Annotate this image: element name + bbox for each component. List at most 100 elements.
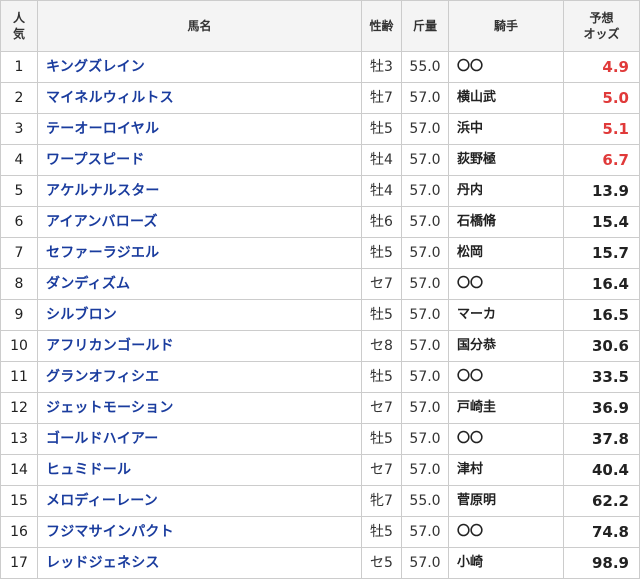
weight-cell: 57.0 [401, 361, 449, 393]
jockey-cell: 〇〇 [448, 268, 564, 300]
sex-age-cell: 牡5 [361, 423, 402, 455]
jockey-cell: 〇〇 [448, 51, 564, 83]
horse-name-link[interactable]: アフリカンゴールド [37, 330, 362, 362]
popularity-cell: 6 [0, 206, 38, 238]
weight-cell: 57.0 [401, 82, 449, 114]
horse-name-link[interactable]: グランオフィシエ [37, 361, 362, 393]
table-row: 14 ヒュミドール セ7 57.0 津村 40.4 [0, 454, 640, 486]
jockey-cell: 荻野極 [448, 144, 564, 176]
header-weight: 斤量 [401, 0, 449, 52]
horse-name-link[interactable]: キングズレイン [37, 51, 362, 83]
table-row: 7 セファーラジエル 牡5 57.0 松岡 15.7 [0, 237, 640, 269]
jockey-cell: 〇〇 [448, 361, 564, 393]
jockey-cell: 横山武 [448, 82, 564, 114]
table-row: 17 レッドジェネシス セ5 57.0 小崎 98.9 [0, 547, 640, 579]
jockey-cell: 戸崎圭 [448, 392, 564, 424]
weight-cell: 57.0 [401, 454, 449, 486]
sex-age-cell: 牡5 [361, 113, 402, 145]
horse-name-link[interactable]: アケルナルスター [37, 175, 362, 207]
weight-cell: 57.0 [401, 516, 449, 548]
table-row: 4 ワープスピード 牡4 57.0 荻野極 6.7 [0, 144, 640, 176]
sex-age-cell: セ7 [361, 454, 402, 486]
odds-table: 人 気 馬名 性齢 斤量 騎手 予想 オッズ 1 キングズレイン 牡3 55.0 〇〇 4… [0, 0, 640, 579]
table-row: 11 グランオフィシエ 牡5 57.0 〇〇 33.5 [0, 361, 640, 393]
odds-cell: 5.1 [563, 113, 640, 145]
table-row: 5 アケルナルスター 牡4 57.0 丹内 13.9 [0, 175, 640, 207]
weight-cell: 57.0 [401, 144, 449, 176]
horse-name-link[interactable]: ヒュミドール [37, 454, 362, 486]
odds-cell: 4.9 [563, 51, 640, 83]
sex-age-cell: 牡7 [361, 82, 402, 114]
weight-cell: 57.0 [401, 113, 449, 145]
horse-name-link[interactable]: テーオーロイヤル [37, 113, 362, 145]
table-row: 3 テーオーロイヤル 牡5 57.0 浜中 5.1 [0, 113, 640, 145]
table-row: 2 マイネルウィルトス 牡7 57.0 横山武 5.0 [0, 82, 640, 114]
popularity-cell: 14 [0, 454, 38, 486]
sex-age-cell: 牡6 [361, 206, 402, 238]
sex-age-cell: 牡4 [361, 144, 402, 176]
header-odds-line1: 予想 [589, 11, 614, 25]
popularity-cell: 11 [0, 361, 38, 393]
odds-cell: 36.9 [563, 392, 640, 424]
weight-cell: 57.0 [401, 392, 449, 424]
sex-age-cell: セ7 [361, 392, 402, 424]
horse-name-link[interactable]: アイアンバローズ [37, 206, 362, 238]
header-horse-name: 馬名 [37, 0, 362, 52]
horse-name-link[interactable]: ワープスピード [37, 144, 362, 176]
odds-cell: 98.9 [563, 547, 640, 579]
horse-name-link[interactable]: マイネルウィルトス [37, 82, 362, 114]
odds-cell: 74.8 [563, 516, 640, 548]
sex-age-cell: 牡3 [361, 51, 402, 83]
horse-name-link[interactable]: セファーラジエル [37, 237, 362, 269]
sex-age-cell: 牡4 [361, 175, 402, 207]
header-sex-age: 性齢 [361, 0, 402, 52]
weight-cell: 57.0 [401, 237, 449, 269]
sex-age-cell: 牡5 [361, 516, 402, 548]
popularity-cell: 7 [0, 237, 38, 269]
header-odds: 予想 オッズ [563, 0, 640, 52]
horse-name-link[interactable]: ダンディズム [37, 268, 362, 300]
jockey-cell: 〇〇 [448, 423, 564, 455]
popularity-cell: 12 [0, 392, 38, 424]
popularity-cell: 15 [0, 485, 38, 517]
jockey-cell: 松岡 [448, 237, 564, 269]
table-row: 10 アフリカンゴールド セ8 57.0 国分恭 30.6 [0, 330, 640, 362]
odds-cell: 37.8 [563, 423, 640, 455]
header-popularity-line1: 人 [12, 11, 25, 25]
horse-name-link[interactable]: シルブロン [37, 299, 362, 331]
jockey-cell: 〇〇 [448, 516, 564, 548]
odds-cell: 15.7 [563, 237, 640, 269]
sex-age-cell: 牝7 [361, 485, 402, 517]
popularity-cell: 5 [0, 175, 38, 207]
jockey-cell: 小崎 [448, 547, 564, 579]
popularity-cell: 17 [0, 547, 38, 579]
table-row: 9 シルブロン 牡5 57.0 マーカ 16.5 [0, 299, 640, 331]
sex-age-cell: セ7 [361, 268, 402, 300]
popularity-cell: 9 [0, 299, 38, 331]
header-row: 人 気 馬名 性齢 斤量 騎手 予想 オッズ [0, 0, 640, 52]
jockey-cell: 石橋脩 [448, 206, 564, 238]
sex-age-cell: セ8 [361, 330, 402, 362]
jockey-cell: 国分恭 [448, 330, 564, 362]
weight-cell: 57.0 [401, 206, 449, 238]
jockey-cell: 丹内 [448, 175, 564, 207]
odds-cell: 15.4 [563, 206, 640, 238]
table-row: 1 キングズレイン 牡3 55.0 〇〇 4.9 [0, 51, 640, 83]
popularity-cell: 2 [0, 82, 38, 114]
popularity-cell: 10 [0, 330, 38, 362]
horse-name-link[interactable]: ジェットモーション [37, 392, 362, 424]
jockey-cell: 浜中 [448, 113, 564, 145]
table-row: 15 メロディーレーン 牝7 55.0 菅原明 62.2 [0, 485, 640, 517]
weight-cell: 57.0 [401, 423, 449, 455]
odds-cell: 6.7 [563, 144, 640, 176]
popularity-cell: 13 [0, 423, 38, 455]
horse-name-link[interactable]: メロディーレーン [37, 485, 362, 517]
weight-cell: 57.0 [401, 175, 449, 207]
table-row: 13 ゴールドハイアー 牡5 57.0 〇〇 37.8 [0, 423, 640, 455]
horse-name-link[interactable]: フジマサインパクト [37, 516, 362, 548]
weight-cell: 57.0 [401, 330, 449, 362]
horse-name-link[interactable]: レッドジェネシス [37, 547, 362, 579]
weight-cell: 55.0 [401, 485, 449, 517]
horse-name-link[interactable]: ゴールドハイアー [37, 423, 362, 455]
weight-cell: 57.0 [401, 299, 449, 331]
